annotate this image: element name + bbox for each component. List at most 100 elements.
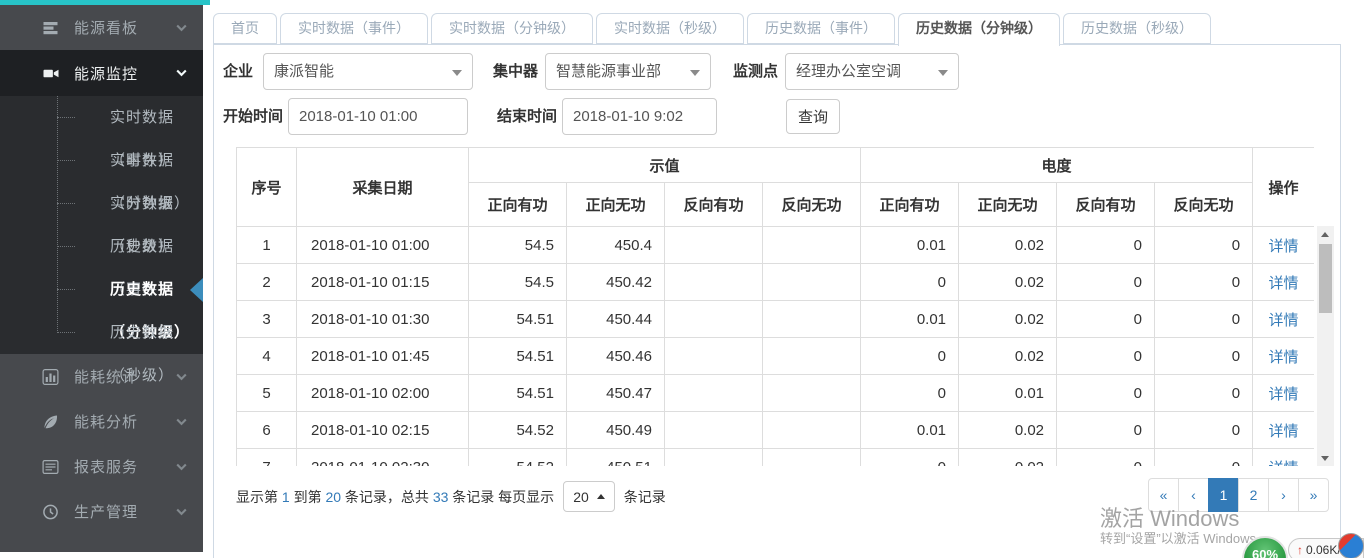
- cell-value: 0: [861, 338, 959, 375]
- camera-icon: [42, 65, 61, 82]
- summary-suffix: 条记录: [624, 487, 666, 507]
- table-scrollbar[interactable]: [1317, 226, 1334, 466]
- sidebar-menu: 能源看板能源监控实时数据（事件）实时数据（分钟级）实时数据（秒级）历史数据（事件…: [0, 5, 203, 552]
- col-header-seq: 序号: [237, 148, 297, 227]
- summary-segment: 显示第: [236, 489, 282, 505]
- cell-seq: 3: [237, 301, 297, 338]
- page-button-3[interactable]: 2: [1238, 478, 1269, 512]
- tab-5[interactable]: 历史数据（分钟级）: [898, 13, 1060, 46]
- summary-text: 显示第 1 到第 20 条记录，总共 33 条记录 每页显示: [236, 487, 554, 507]
- cell-value: 0.01: [959, 375, 1057, 412]
- cell-value: [763, 375, 861, 412]
- detail-link[interactable]: 详情: [1269, 275, 1299, 292]
- tab-4[interactable]: 历史数据（事件）: [747, 13, 895, 44]
- cell-value: 0: [1057, 227, 1155, 264]
- page-button-4[interactable]: ›: [1268, 478, 1299, 512]
- sidebar-subitem-5[interactable]: 历史数据（秒级）: [0, 311, 203, 354]
- cell-value: 0.02: [959, 338, 1057, 375]
- col-header-action: 操作: [1253, 148, 1314, 227]
- detail-link[interactable]: 详情: [1269, 460, 1299, 467]
- tab-1[interactable]: 实时数据（事件）: [280, 13, 428, 44]
- end-time-input[interactable]: [562, 98, 717, 135]
- sidebar-subitem-3[interactable]: 历史数据（事件）: [0, 225, 203, 268]
- sidebar-item-5[interactable]: 生产管理: [0, 489, 203, 534]
- cell-seq: 6: [237, 412, 297, 449]
- sidebar-submenu: 实时数据（事件）实时数据（分钟级）实时数据（秒级）历史数据（事件）历史数据（分钟…: [0, 96, 203, 354]
- cell-value: 54.5: [469, 227, 567, 264]
- cell-date: 2018-01-10 02:00: [297, 375, 469, 412]
- end-time-label: 结束时间: [497, 98, 557, 135]
- cell-action: 详情: [1253, 412, 1314, 449]
- col-header-date: 采集日期: [297, 148, 469, 227]
- sidebar-item-4[interactable]: 报表服务: [0, 444, 203, 489]
- upload-arrow-icon: ↑: [1297, 543, 1303, 557]
- detail-link[interactable]: 详情: [1269, 349, 1299, 366]
- summary-segment: 条记录 每页显示: [448, 489, 554, 505]
- concentrator-select[interactable]: 智慧能源事业部: [545, 53, 711, 90]
- concentrator-value: 智慧能源事业部: [556, 63, 661, 80]
- cell-date: 2018-01-10 01:45: [297, 338, 469, 375]
- chevron-down-icon: [176, 463, 187, 471]
- sidebar-item-label: 能耗统计: [74, 366, 176, 387]
- sidebar-subitem-1[interactable]: 实时数据（分钟级）: [0, 139, 203, 182]
- detail-link[interactable]: 详情: [1269, 238, 1299, 255]
- tab-0[interactable]: 首页: [213, 13, 277, 44]
- tab-3[interactable]: 实时数据（秒级）: [596, 13, 744, 44]
- cell-value: [763, 301, 861, 338]
- summary-segment: 33: [433, 489, 449, 505]
- scrollbar-thumb[interactable]: [1319, 244, 1332, 313]
- sidebar-subitem-0[interactable]: 实时数据（事件）: [0, 96, 203, 139]
- cell-value: 54.51: [469, 301, 567, 338]
- cell-value: [763, 412, 861, 449]
- network-ball-icon[interactable]: [1338, 533, 1364, 558]
- table-row: 72018-01-10 02:3054.52450.5100.0200详情: [237, 449, 1315, 467]
- scroll-up-icon[interactable]: [1317, 226, 1334, 242]
- sidebar-item-1[interactable]: 能源监控: [0, 50, 203, 96]
- sidebar-subitem-4[interactable]: 历史数据（分钟级）: [0, 268, 203, 311]
- table-row: 22018-01-10 01:1554.5450.4200.0200详情: [237, 264, 1315, 301]
- tab-2[interactable]: 实时数据（分钟级）: [431, 13, 593, 44]
- cell-value: 54.51: [469, 375, 567, 412]
- sidebar-item-label: 能耗分析: [74, 411, 176, 432]
- cell-value: [665, 449, 763, 467]
- detail-link[interactable]: 详情: [1269, 423, 1299, 440]
- sidebar-item-label: 能源监控: [74, 63, 176, 84]
- cell-date: 2018-01-10 01:00: [297, 227, 469, 264]
- start-time-input[interactable]: [288, 98, 468, 135]
- cell-value: 0.01: [861, 227, 959, 264]
- cell-value: 0.01: [861, 301, 959, 338]
- cell-seq: 1: [237, 227, 297, 264]
- caret-up-icon: [597, 494, 605, 499]
- sidebar-item-3[interactable]: 能耗分析: [0, 399, 203, 444]
- cell-value: 0: [1155, 412, 1253, 449]
- sidebar-item-2[interactable]: 能耗统计: [0, 354, 203, 399]
- chevron-down-icon: [176, 24, 187, 32]
- cell-date: 2018-01-10 02:30: [297, 449, 469, 467]
- detail-link[interactable]: 详情: [1269, 312, 1299, 329]
- cell-value: 0: [861, 375, 959, 412]
- page-size-select[interactable]: 20: [563, 481, 615, 512]
- sidebar-subitem-2[interactable]: 实时数据（秒级）: [0, 182, 203, 225]
- monitor-point-select[interactable]: 经理办公室空调: [785, 53, 959, 90]
- cell-value: 54.51: [469, 338, 567, 375]
- col-sub-header: 反向有功: [1057, 183, 1155, 227]
- detail-link[interactable]: 详情: [1269, 386, 1299, 403]
- cell-value: 0.01: [861, 412, 959, 449]
- cell-seq: 7: [237, 449, 297, 467]
- scroll-down-icon[interactable]: [1317, 450, 1334, 466]
- query-button[interactable]: 查询: [786, 99, 840, 134]
- cell-value: [763, 264, 861, 301]
- cell-value: 0: [1155, 227, 1253, 264]
- cell-value: 0: [1155, 301, 1253, 338]
- enterprise-value: 康派智能: [274, 63, 334, 80]
- sidebar-item-0[interactable]: 能源看板: [0, 5, 203, 50]
- summary-segment: 条记录，总共: [341, 489, 433, 505]
- cell-value: 450.46: [567, 338, 665, 375]
- col-sub-header: 反向有功: [665, 183, 763, 227]
- chevron-down-icon: [176, 508, 187, 516]
- tab-6[interactable]: 历史数据（秒级）: [1063, 13, 1211, 44]
- enterprise-select[interactable]: 康派智能: [263, 53, 473, 90]
- cell-date: 2018-01-10 01:30: [297, 301, 469, 338]
- page-button-5[interactable]: »: [1298, 478, 1329, 512]
- page-size-value: 20: [573, 489, 589, 505]
